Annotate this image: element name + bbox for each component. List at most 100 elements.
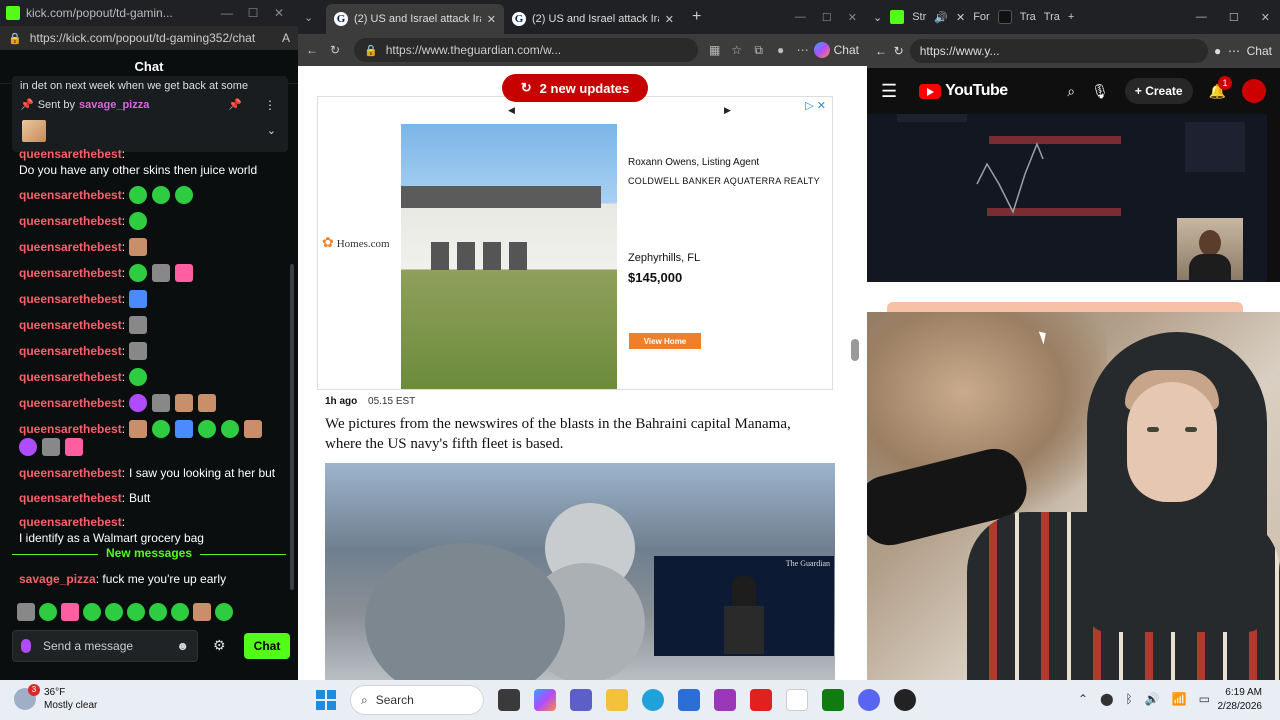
- discord-icon[interactable]: [858, 689, 880, 711]
- minimize-button[interactable]: —: [1196, 11, 1207, 24]
- refresh-icon[interactable]: ↻: [330, 43, 354, 57]
- pinned-message[interactable]: in det on next week when we get back at …: [12, 76, 288, 152]
- chat-username[interactable]: queensarethebest: [19, 421, 122, 437]
- more-menu-icon[interactable]: ⋯: [792, 43, 814, 57]
- maximize-button[interactable]: ☐: [1229, 11, 1239, 24]
- edge-icon[interactable]: [642, 689, 664, 711]
- tray-app-icon[interactable]: ⬤: [1100, 692, 1113, 706]
- chat-username[interactable]: queensarethebest: [19, 514, 122, 530]
- emote-button[interactable]: [61, 603, 79, 621]
- chat-username[interactable]: queensarethebest: [19, 213, 122, 229]
- split-screen-icon[interactable]: ▦: [704, 43, 726, 57]
- media-app-icon[interactable]: [714, 689, 736, 711]
- back-icon[interactable]: ←: [306, 43, 330, 57]
- view-home-button[interactable]: View Home: [629, 333, 701, 349]
- tab-guardian-2[interactable]: G (2) US and Israel attack Iran as ✕: [504, 4, 682, 34]
- emote-button[interactable]: [39, 603, 57, 621]
- create-button[interactable]: + Create: [1124, 78, 1193, 104]
- taskbar-search[interactable]: ⌕ Search: [350, 685, 484, 715]
- tab-list-chevron-icon[interactable]: ⌄: [873, 11, 882, 24]
- chat-username[interactable]: queensarethebest: [19, 317, 122, 333]
- sent-by-user[interactable]: savage_pizza: [79, 99, 149, 111]
- new-tab-button[interactable]: +: [1068, 11, 1074, 23]
- inset-video[interactable]: The Guardian: [654, 556, 834, 656]
- taskbar-clock[interactable]: 6:19 AM 2/28/2026: [1218, 686, 1263, 714]
- chevron-down-icon[interactable]: ⌄: [267, 124, 276, 137]
- emote-button[interactable]: [83, 603, 101, 621]
- youtube-logo[interactable]: YouTube: [919, 82, 1008, 100]
- new-updates-button[interactable]: ↻ 2 new updates: [502, 74, 648, 102]
- search-icon[interactable]: ⌕: [1067, 83, 1075, 100]
- chat-username[interactable]: queensarethebest: [19, 291, 122, 307]
- close-button[interactable]: ✕: [266, 6, 292, 20]
- minimize-button[interactable]: —: [795, 11, 806, 24]
- chat-username[interactable]: savage_pizza: [19, 572, 96, 586]
- tab-list-chevron-icon[interactable]: ⌄: [304, 11, 326, 24]
- volume-icon[interactable]: 🔊: [1145, 692, 1160, 706]
- favorite-star-icon[interactable]: ☆: [726, 43, 748, 57]
- start-button[interactable]: [316, 690, 336, 710]
- chat-username[interactable]: queensarethebest: [19, 465, 122, 481]
- chat-username[interactable]: queensarethebest: [19, 265, 122, 281]
- emoji-picker-icon[interactable]: ☻: [176, 639, 189, 653]
- profile-icon[interactable]: ●: [770, 43, 792, 57]
- audio-icon[interactable]: 🔊: [934, 11, 948, 24]
- ad-prev-arrow-icon[interactable]: ◀: [508, 105, 515, 116]
- teams-icon[interactable]: [570, 689, 592, 711]
- weather-widget[interactable]: 3 36°F Mostly clear: [14, 684, 97, 712]
- kick-address-bar[interactable]: 🔒 https://kick.com/popout/td-gaming352/c…: [0, 26, 298, 50]
- extensions-icon[interactable]: ⧉: [748, 43, 770, 58]
- chat-username[interactable]: queensarethebest: [19, 187, 122, 203]
- refresh-icon[interactable]: ↻: [894, 44, 904, 58]
- amazon-icon[interactable]: [786, 689, 808, 711]
- obs-icon[interactable]: [894, 689, 916, 711]
- hamburger-menu-icon[interactable]: ☰: [881, 81, 897, 102]
- gear-icon[interactable]: ⚙: [213, 637, 226, 654]
- pin-icon[interactable]: 📌: [228, 98, 242, 111]
- emote-button[interactable]: [127, 603, 145, 621]
- close-button[interactable]: ✕: [848, 11, 857, 24]
- read-aloud-icon[interactable]: A: [282, 31, 290, 45]
- chat-username[interactable]: queensarethebest: [19, 239, 122, 255]
- ad-choices-icon[interactable]: ▷ ✕: [805, 99, 826, 112]
- chat-username[interactable]: queensarethebest: [19, 490, 122, 506]
- notifications-bell-icon[interactable]: 🔔 1: [1209, 75, 1232, 100]
- microphone-icon[interactable]: 🎙: [1091, 83, 1109, 100]
- more-menu-icon[interactable]: ⋯: [1228, 44, 1240, 58]
- tab-title[interactable]: Str: [912, 11, 926, 23]
- ad-next-arrow-icon[interactable]: ▶: [724, 105, 731, 116]
- chat-send-button[interactable]: Chat: [244, 633, 290, 659]
- emote-button[interactable]: [105, 603, 123, 621]
- more-options-icon[interactable]: ⋮: [264, 98, 276, 112]
- address-bar[interactable]: 🔒 https://www.theguardian.com/w...: [354, 38, 698, 62]
- task-view-icon[interactable]: [498, 689, 520, 711]
- emote-button[interactable]: [149, 603, 167, 621]
- chat-username[interactable]: queensarethebest: [19, 343, 122, 359]
- chevron-up-icon[interactable]: ⌃: [1078, 692, 1088, 706]
- chat-username[interactable]: queensarethebest: [19, 395, 122, 411]
- minimize-button[interactable]: —: [214, 6, 240, 20]
- tab-title[interactable]: Tra: [1044, 11, 1060, 23]
- bluetooth-icon[interactable]: ᛒ: [1126, 692, 1133, 706]
- close-button[interactable]: ✕: [1261, 11, 1270, 24]
- tab-title[interactable]: Tra: [1020, 11, 1036, 23]
- advertisement[interactable]: ◀ ▶ ▷ ✕ ✿ Homes.com Roxann Owens, Listin…: [317, 96, 833, 390]
- chat-scrollbar[interactable]: [290, 264, 294, 590]
- youtube-video-player[interactable]: [867, 114, 1267, 282]
- file-explorer-icon[interactable]: [606, 689, 628, 711]
- chat-username[interactable]: queensarethebest: [19, 369, 122, 385]
- xbox-icon[interactable]: [822, 689, 844, 711]
- close-tab-icon[interactable]: ✕: [487, 13, 496, 26]
- chat-username[interactable]: queensarethebest: [19, 146, 122, 162]
- battery-icon[interactable]: ▭: [1199, 692, 1210, 706]
- wifi-icon[interactable]: 📶: [1172, 692, 1187, 706]
- youtube-app-icon[interactable]: [750, 689, 772, 711]
- tab-title[interactable]: For: [973, 11, 990, 23]
- profile-icon[interactable]: ●: [1214, 44, 1221, 58]
- emote-button[interactable]: [193, 603, 211, 621]
- store-icon[interactable]: [678, 689, 700, 711]
- copilot-chat-button[interactable]: Chat: [813, 42, 859, 58]
- copilot-label[interactable]: Chat: [1247, 44, 1272, 58]
- maximize-button[interactable]: ☐: [822, 11, 832, 24]
- tab-guardian-1[interactable]: G (2) US and Israel attack Iran as ✕: [326, 4, 504, 34]
